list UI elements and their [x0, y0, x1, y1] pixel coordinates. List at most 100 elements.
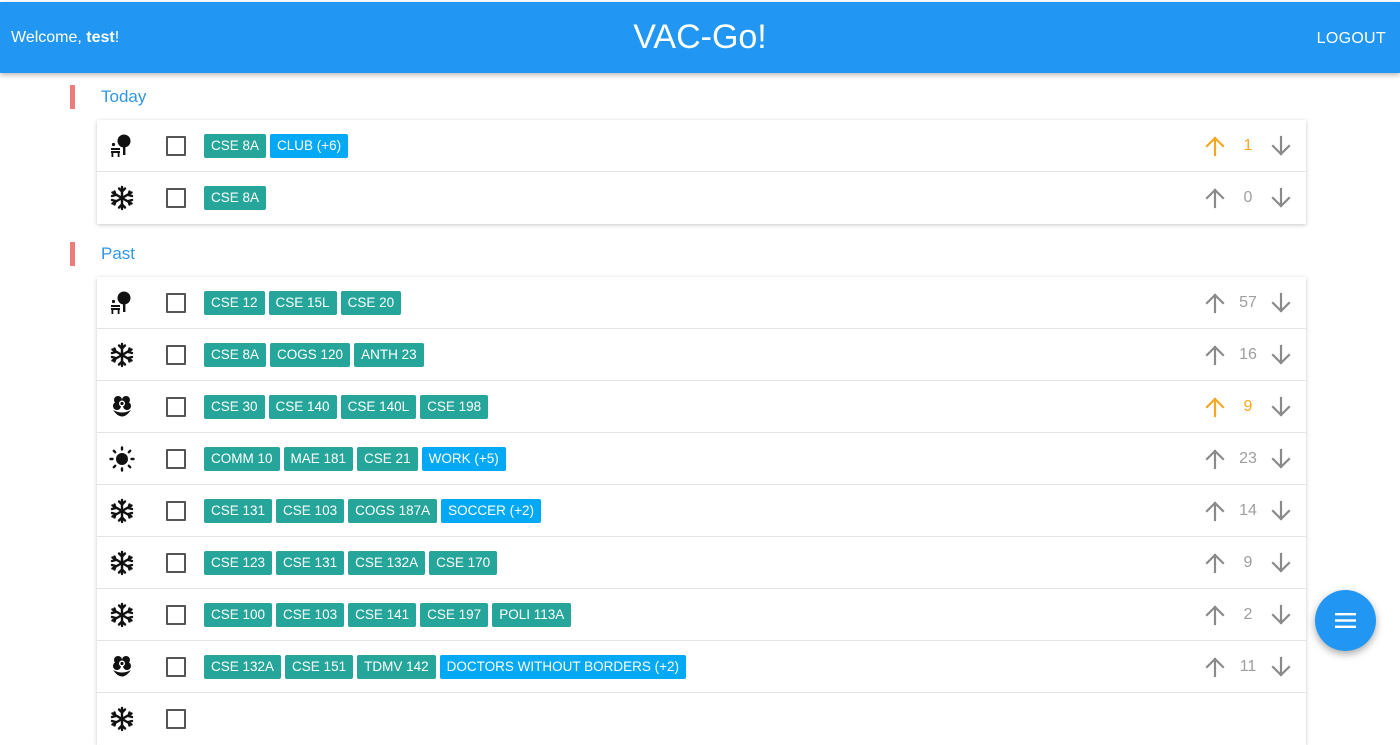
row-checkbox[interactable] [166, 657, 186, 677]
downvote-arrow-icon[interactable] [1270, 292, 1292, 314]
activity-tag[interactable]: DOCTORS WITHOUT BORDERS (+2) [439, 655, 687, 679]
row-checkbox[interactable] [166, 136, 186, 156]
class-tag[interactable]: CSE 20 [340, 291, 402, 315]
class-tag[interactable]: CSE 132A [204, 655, 282, 679]
upvote-arrow-icon[interactable] [1204, 656, 1226, 678]
schedule-list-today: CSE 8A CLUB (+6) 1 CSE 8A 0 [97, 120, 1306, 224]
upvote-arrow-icon[interactable] [1204, 604, 1226, 626]
row-checkbox[interactable] [166, 553, 186, 573]
downvote-arrow-icon[interactable] [1270, 344, 1292, 366]
list-item[interactable]: CSE 123 CSE 131 CSE 132A CSE 170 9 [97, 537, 1306, 589]
winter-snowflake-icon [109, 498, 135, 524]
class-tag[interactable]: CSE 8A [204, 343, 267, 367]
class-tag[interactable]: CSE 131 [204, 499, 273, 523]
tag-list: CSE 8A CLUB (+6) [204, 134, 352, 158]
vote-control: 23 [1204, 446, 1292, 472]
class-tag[interactable]: CSE 132A [348, 551, 426, 575]
class-tag[interactable]: POLI 113A [492, 603, 572, 627]
spring-flower-icon [109, 654, 135, 680]
downvote-arrow-icon[interactable] [1270, 604, 1292, 626]
class-tag[interactable]: CSE 8A [204, 134, 267, 158]
list-item[interactable]: CSE 132A CSE 151 TDMV 142 DOCTORS WITHOUT B… [97, 641, 1306, 693]
class-tag[interactable]: CSE 100 [204, 603, 273, 627]
row-checkbox[interactable] [166, 345, 186, 365]
class-tag[interactable]: CSE 123 [204, 551, 273, 575]
downvote-arrow-icon[interactable] [1270, 552, 1292, 574]
downvote-arrow-icon[interactable] [1270, 656, 1292, 678]
vote-count: 9 [1243, 554, 1253, 571]
class-tag[interactable]: CSE 170 [429, 551, 498, 575]
activity-tag[interactable]: CLUB (+6) [270, 134, 349, 158]
class-tag[interactable]: CSE 8A [204, 186, 267, 210]
winter-snowflake-icon [109, 602, 135, 628]
vote-count: 57 [1239, 294, 1257, 311]
logout-button[interactable]: LOGOUT [1317, 30, 1386, 48]
downvote-arrow-icon[interactable] [1270, 500, 1292, 522]
list-item[interactable]: CSE 100 CSE 103 CSE 141 CSE 197 POLI 113A 2 [97, 589, 1306, 641]
list-item[interactable]: CSE 131 CSE 103 COGS 187A SOCCER (+2) 14 [97, 485, 1306, 537]
class-tag[interactable]: CSE 15L [268, 291, 337, 315]
upvote-arrow-icon[interactable] [1204, 448, 1226, 470]
class-tag[interactable]: CSE 103 [276, 603, 345, 627]
vote-count: 1 [1243, 137, 1253, 154]
upvote-arrow-icon[interactable] [1204, 344, 1226, 366]
vote-control: 16 [1204, 342, 1292, 368]
list-item[interactable]: CSE 8A COGS 120 ANTH 23 16 [97, 329, 1306, 381]
tag-list: CSE 30 CSE 140 CSE 140L CSE 198 [204, 395, 492, 419]
list-item[interactable]: CSE 12 CSE 15L CSE 20 57 [97, 277, 1306, 329]
class-tag[interactable]: ANTH 23 [354, 343, 424, 367]
class-tag[interactable]: CSE 198 [420, 395, 489, 419]
vote-control: 1 [1204, 133, 1292, 159]
tag-list: CSE 12 CSE 15L CSE 20 [204, 291, 405, 315]
vote-count: 0 [1243, 189, 1253, 206]
menu-fab-button[interactable] [1315, 590, 1376, 651]
downvote-arrow-icon[interactable] [1270, 396, 1292, 418]
section-accent-bar [70, 242, 75, 266]
upvote-arrow-icon[interactable] [1204, 396, 1226, 418]
row-checkbox[interactable] [166, 397, 186, 417]
activity-tag[interactable]: WORK (+5) [421, 447, 506, 471]
downvote-arrow-icon[interactable] [1270, 448, 1292, 470]
row-checkbox[interactable] [166, 709, 186, 729]
upvote-arrow-icon[interactable] [1204, 552, 1226, 574]
list-item[interactable]: CSE 30 CSE 140 CSE 140L CSE 198 9 [97, 381, 1306, 433]
class-tag[interactable]: CSE 151 [285, 655, 354, 679]
section-title: Past [101, 244, 136, 263]
vote-count: 9 [1243, 398, 1253, 415]
vote-count: 11 [1239, 658, 1257, 675]
winter-snowflake-icon [109, 550, 135, 576]
row-checkbox[interactable] [166, 293, 186, 313]
list-item[interactable]: CSE 8A 0 [97, 172, 1306, 224]
class-tag[interactable]: CSE 197 [420, 603, 489, 627]
class-tag[interactable]: TDMV 142 [357, 655, 436, 679]
class-tag[interactable]: CSE 12 [204, 291, 265, 315]
class-tag[interactable]: CSE 103 [276, 499, 345, 523]
upvote-arrow-icon[interactable] [1204, 292, 1226, 314]
upvote-arrow-icon[interactable] [1204, 187, 1226, 209]
class-tag[interactable]: CSE 21 [357, 447, 418, 471]
vote-count: 16 [1239, 346, 1257, 363]
upvote-arrow-icon[interactable] [1204, 500, 1226, 522]
downvote-arrow-icon[interactable] [1270, 187, 1292, 209]
row-checkbox[interactable] [166, 501, 186, 521]
row-checkbox[interactable] [166, 449, 186, 469]
class-tag[interactable]: CSE 140 [268, 395, 337, 419]
class-tag[interactable]: CSE 30 [204, 395, 265, 419]
class-tag[interactable]: CSE 131 [276, 551, 345, 575]
row-checkbox[interactable] [166, 605, 186, 625]
class-tag[interactable]: COGS 187A [348, 499, 438, 523]
list-item[interactable]: CSE 8A CLUB (+6) 1 [97, 120, 1306, 172]
downvote-arrow-icon[interactable] [1270, 135, 1292, 157]
class-tag[interactable]: COMM 10 [204, 447, 280, 471]
list-item[interactable]: COMM 10 MAE 181 CSE 21 WORK (+5) 23 [97, 433, 1306, 485]
upvote-arrow-icon[interactable] [1204, 135, 1226, 157]
row-checkbox[interactable] [166, 188, 186, 208]
class-tag[interactable]: CSE 141 [348, 603, 417, 627]
class-tag[interactable]: MAE 181 [283, 447, 354, 471]
winter-snowflake-icon [109, 185, 135, 211]
vote-control: 0 [1204, 185, 1292, 211]
vote-control: 14 [1204, 498, 1292, 524]
activity-tag[interactable]: SOCCER (+2) [441, 499, 542, 523]
class-tag[interactable]: CSE 140L [340, 395, 417, 419]
class-tag[interactable]: COGS 120 [270, 343, 351, 367]
